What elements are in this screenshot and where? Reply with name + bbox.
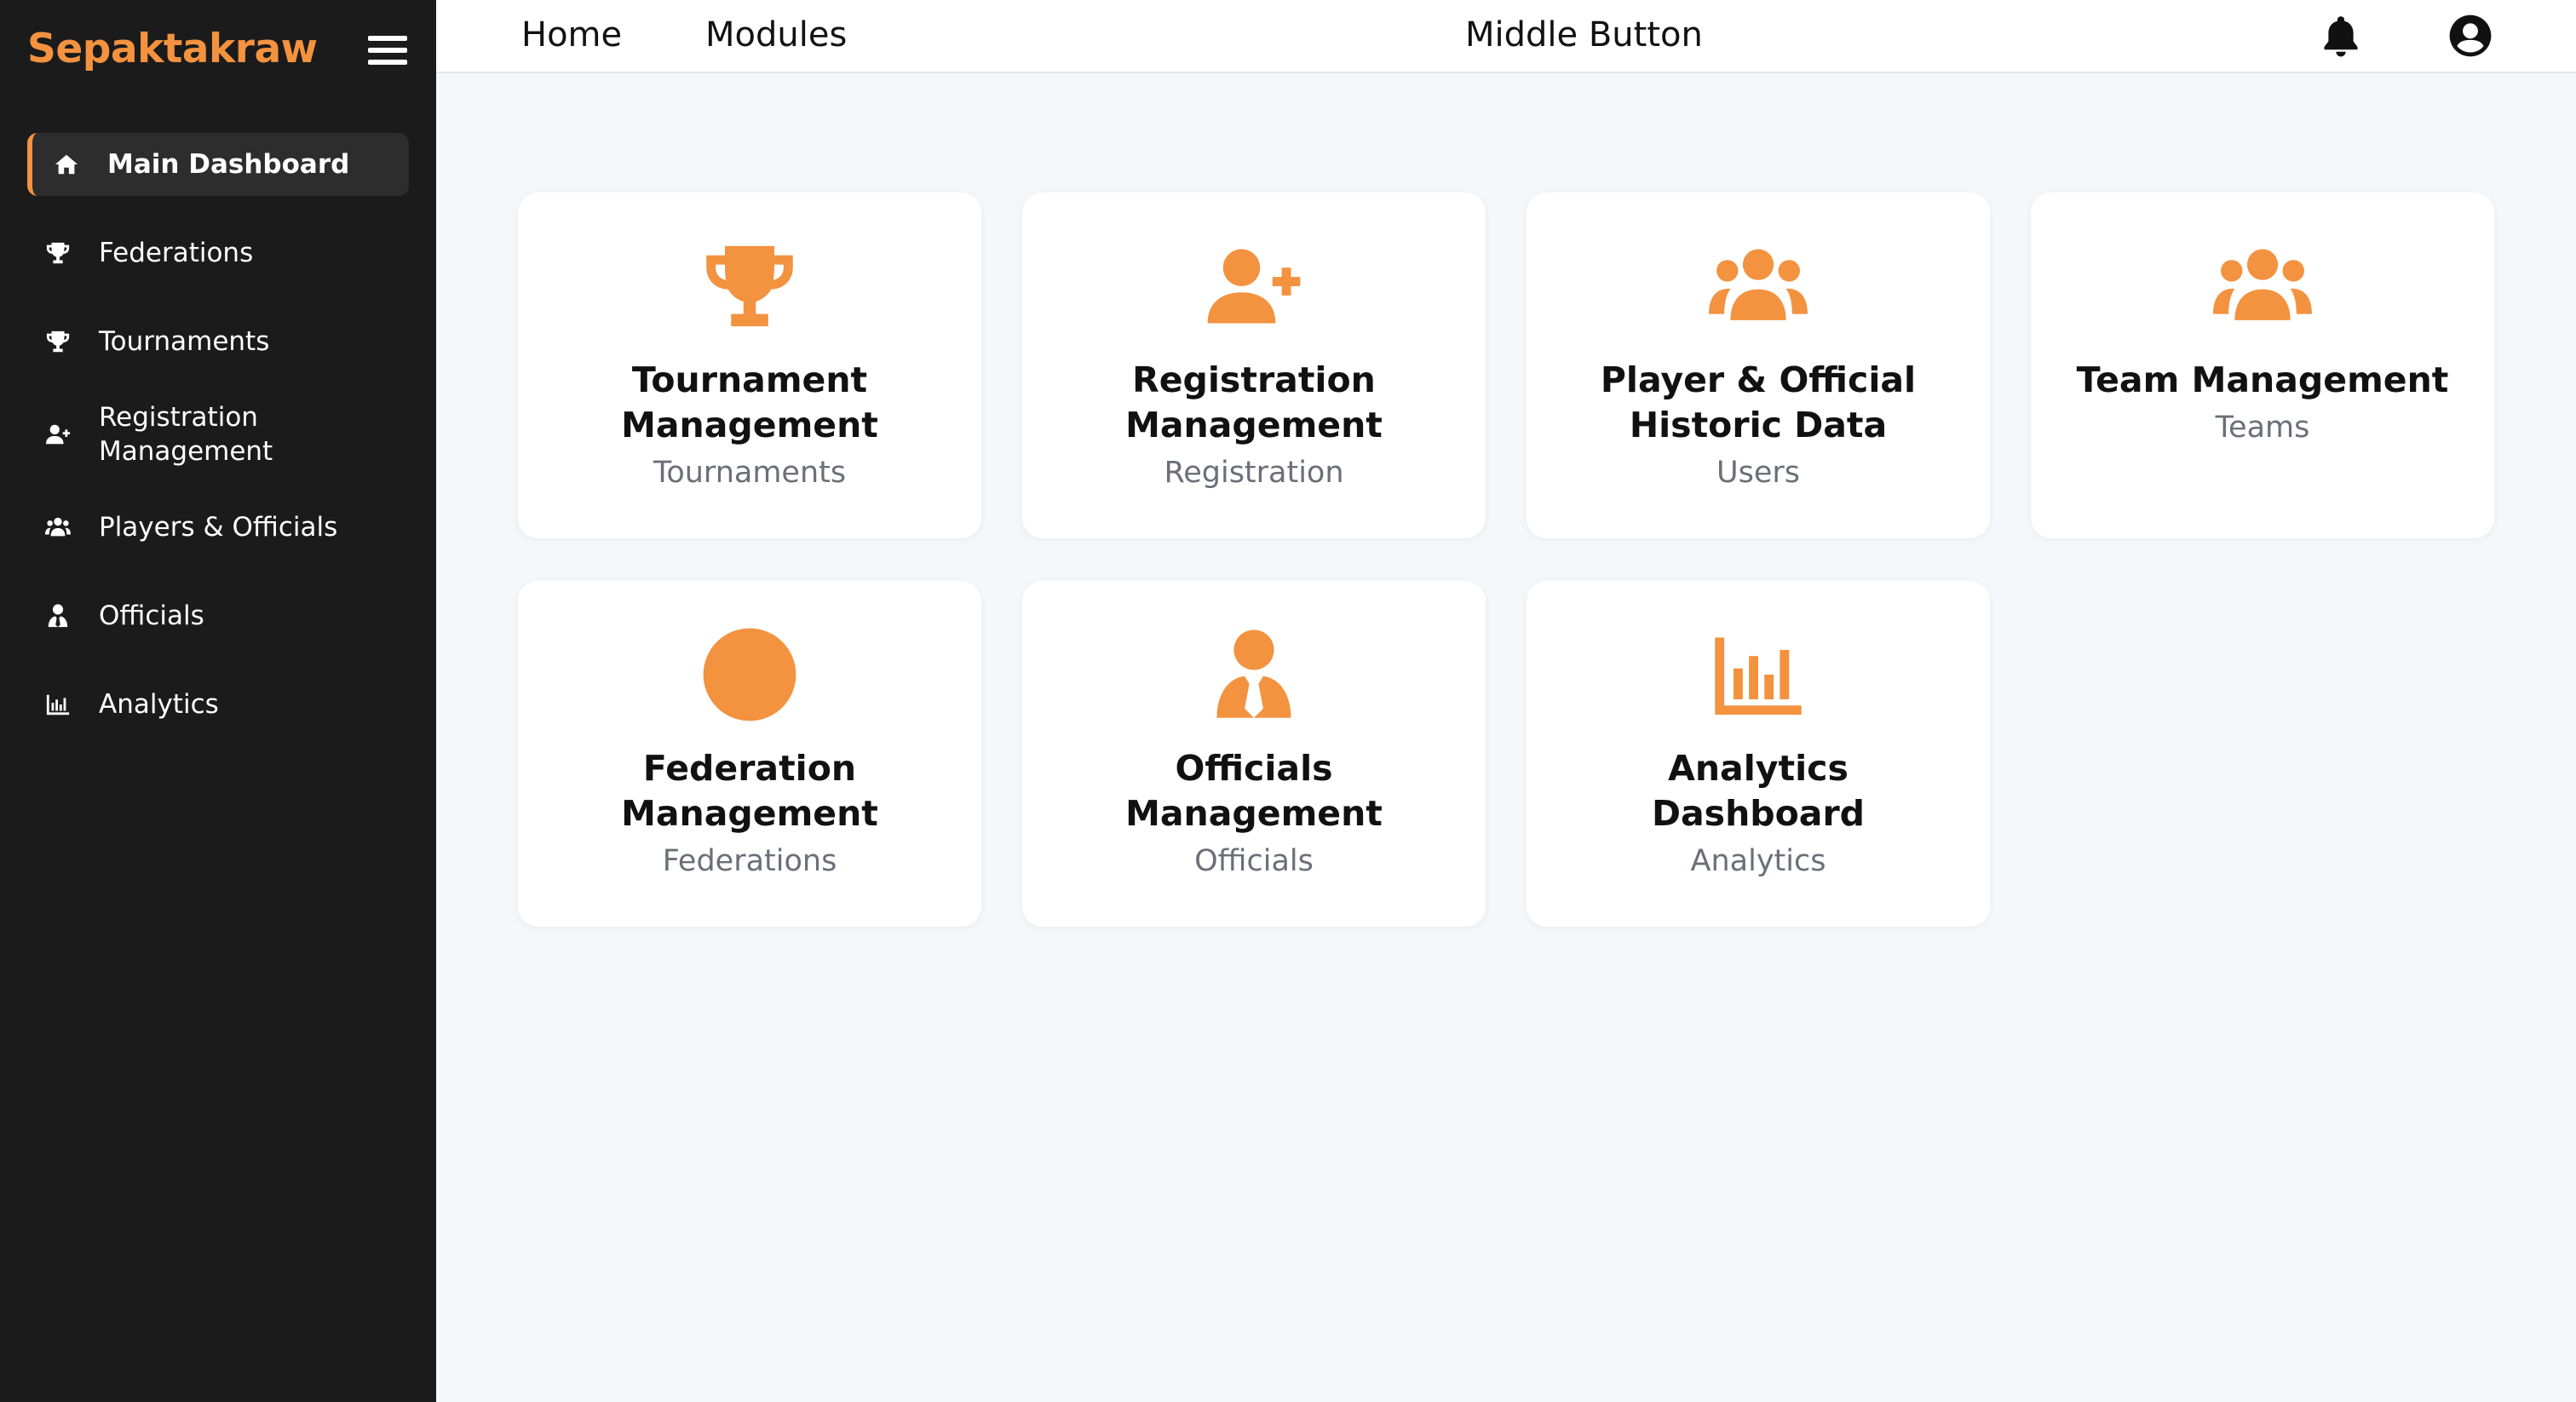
sidebar-item-label: Officials bbox=[99, 600, 204, 631]
sidebar: Sepaktakraw Main Dashboard Federations T… bbox=[0, 0, 436, 1402]
sidebar-item-label: Players & Officials bbox=[99, 512, 338, 543]
brand-logo-text[interactable]: Sepaktakraw bbox=[27, 26, 318, 72]
users-icon bbox=[43, 512, 73, 543]
card-subtitle: Federations bbox=[662, 844, 837, 878]
card-officials-management[interactable]: Officials Management Officials bbox=[1022, 581, 1486, 927]
sidebar-nav: Main Dashboard Federations Tournaments R… bbox=[0, 133, 436, 761]
user-plus-icon bbox=[1203, 235, 1305, 337]
card-subtitle: Analytics bbox=[1690, 844, 1826, 878]
card-subtitle: Users bbox=[1716, 456, 1800, 490]
card-subtitle: Officials bbox=[1194, 844, 1314, 878]
sidebar-item-registration-management[interactable]: Registration Management bbox=[27, 399, 409, 470]
sidebar-item-players-officials[interactable]: Players & Officials bbox=[27, 496, 409, 559]
sidebar-item-analytics[interactable]: Analytics bbox=[27, 673, 409, 736]
user-tie-icon bbox=[1203, 623, 1305, 726]
card-subtitle: Registration bbox=[1164, 456, 1344, 490]
card-title: Player & Official Historic Data bbox=[1600, 359, 1917, 445]
nav-modules-link[interactable]: Modules bbox=[705, 15, 847, 55]
chart-bar-icon bbox=[1707, 623, 1809, 726]
users-icon bbox=[1707, 235, 1809, 337]
user-circle-icon[interactable] bbox=[2448, 14, 2493, 58]
users-icon bbox=[2211, 235, 2314, 337]
card-registration-management[interactable]: Registration Management Registration bbox=[1022, 192, 1486, 538]
trophy-icon bbox=[43, 238, 73, 268]
card-title: Officials Management bbox=[1125, 748, 1383, 834]
card-subtitle: Tournaments bbox=[653, 456, 847, 490]
card-title: Registration Management bbox=[1125, 359, 1383, 445]
home-icon bbox=[51, 149, 82, 180]
user-tie-icon bbox=[43, 600, 73, 631]
sidebar-item-main-dashboard[interactable]: Main Dashboard bbox=[27, 133, 409, 196]
sidebar-item-label: Tournaments bbox=[99, 326, 270, 357]
bell-icon[interactable] bbox=[2319, 14, 2363, 58]
sidebar-item-label: Registration Management bbox=[99, 402, 273, 467]
card-title: Analytics Dashboard bbox=[1651, 748, 1866, 834]
card-player-official-historic-data[interactable]: Player & Official Historic Data Users bbox=[1527, 192, 1990, 538]
top-navbar: Home Modules Middle Button bbox=[436, 0, 2576, 73]
sidebar-item-tournaments[interactable]: Tournaments bbox=[27, 310, 409, 373]
user-plus-icon bbox=[43, 419, 73, 450]
trophy-icon bbox=[699, 235, 801, 337]
sidebar-item-officials[interactable]: Officials bbox=[27, 584, 409, 647]
trophy-icon bbox=[43, 326, 73, 357]
card-title: Tournament Management bbox=[621, 359, 878, 445]
chart-bar-icon bbox=[43, 689, 73, 720]
globe-icon bbox=[699, 623, 801, 726]
sidebar-item-federations[interactable]: Federations bbox=[27, 221, 409, 284]
sidebar-item-label: Federations bbox=[99, 238, 254, 268]
hamburger-menu-icon[interactable] bbox=[368, 36, 407, 70]
middle-button[interactable]: Middle Button bbox=[1465, 15, 1703, 55]
sidebar-item-label: Analytics bbox=[99, 689, 219, 720]
card-team-management[interactable]: Team Management Teams bbox=[2031, 192, 2494, 538]
card-subtitle: Teams bbox=[2215, 411, 2310, 445]
nav-home-link[interactable]: Home bbox=[521, 15, 622, 55]
sidebar-item-label: Main Dashboard bbox=[107, 149, 350, 180]
card-tournament-management[interactable]: Tournament Management Tournaments bbox=[518, 192, 981, 538]
card-analytics-dashboard[interactable]: Analytics Dashboard Analytics bbox=[1527, 581, 1990, 927]
card-title: Federation Management bbox=[621, 748, 878, 834]
card-title: Team Management bbox=[2076, 359, 2449, 400]
card-federation-management[interactable]: Federation Management Federations bbox=[518, 581, 981, 927]
